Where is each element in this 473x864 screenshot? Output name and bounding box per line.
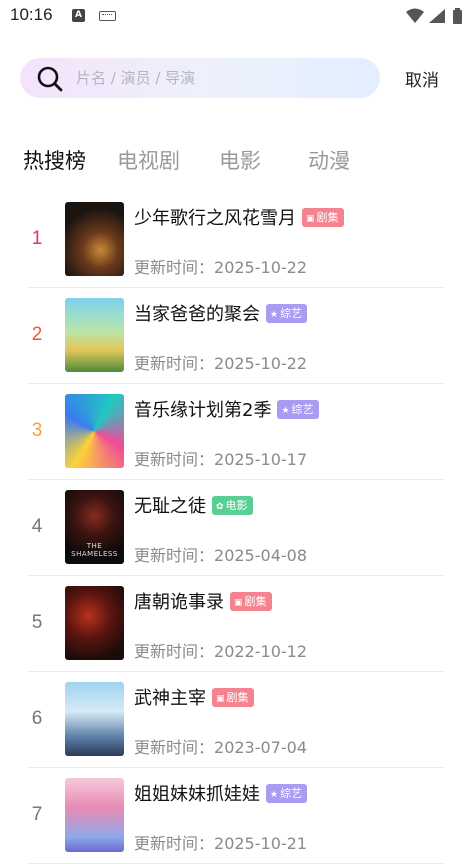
- badge-drama: ▣ 剧集: [212, 687, 254, 707]
- tab-hot-search[interactable]: 热搜榜: [23, 145, 86, 175]
- poster-title-text: THE SHAMELESS: [71, 542, 118, 558]
- rank-number: 1: [31, 228, 43, 249]
- search-icon: [37, 66, 63, 92]
- list-item[interactable]: 4 THE SHAMELESS 无耻之徒 ✿ 电影 更新时间：2025-04-08: [28, 480, 445, 576]
- list-item[interactable]: 6 武神主宰 ▣ 剧集 更新时间：2023-07-04: [28, 672, 445, 768]
- update-time: 更新时间：2022-10-12: [134, 642, 307, 661]
- film-reel-icon: ✿: [216, 501, 224, 512]
- star-icon: ★: [281, 405, 290, 416]
- update-time: 更新时间：2025-10-22: [134, 258, 307, 277]
- keyboard-icon: [99, 11, 116, 21]
- update-time: 更新时间：2023-07-04: [134, 738, 307, 757]
- badge-variety: ★ 综艺: [266, 303, 308, 323]
- item-title: 姐姐妹妹抓娃娃: [134, 784, 260, 805]
- list-item[interactable]: 2 当家爸爸的聚会 ★ 综艺 更新时间：2025-10-22: [28, 288, 445, 384]
- signal-icon: [429, 9, 445, 23]
- search-input[interactable]: [76, 58, 366, 98]
- poster-image: [65, 586, 124, 660]
- tab-movies[interactable]: 电影: [219, 145, 261, 175]
- badge-movie: ✿ 电影: [212, 495, 253, 515]
- item-title: 少年歌行之风花雪月: [134, 208, 296, 229]
- item-title: 当家爸爸的聚会: [134, 304, 260, 325]
- update-time: 更新时间：2025-04-08: [134, 546, 307, 565]
- update-time: 更新时间：2025-10-17: [134, 450, 307, 469]
- poster-image: [65, 202, 124, 276]
- status-bar: 10:16 A: [0, 0, 473, 34]
- list-item[interactable]: 3 音乐缘计划第2季 ★ 综艺 更新时间：2025-10-17: [28, 384, 445, 480]
- rank-number: 6: [31, 708, 43, 729]
- cancel-button[interactable]: 取消: [405, 66, 439, 91]
- badge-drama: ▣ 剧集: [302, 207, 344, 227]
- tv-icon: ▣: [306, 213, 315, 224]
- item-title: 无耻之徒: [134, 496, 206, 517]
- tv-icon: ▣: [216, 693, 225, 704]
- category-tabs: 热搜榜 电视剧 电影 动漫: [0, 145, 473, 181]
- list-item[interactable]: 5 唐朝诡事录 ▣ 剧集 更新时间：2022-10-12: [28, 576, 445, 672]
- update-time: 更新时间：2025-10-22: [134, 354, 307, 373]
- status-time: 10:16: [10, 5, 53, 24]
- poster-image: [65, 298, 124, 372]
- tv-icon: ▣: [234, 597, 243, 608]
- poster-image: [65, 394, 124, 468]
- badge-variety: ★ 综艺: [277, 399, 319, 419]
- rank-number: 7: [31, 804, 43, 825]
- search-bar: 取消: [0, 58, 473, 100]
- search-box[interactable]: [20, 58, 380, 98]
- tab-anime[interactable]: 动漫: [308, 145, 350, 175]
- battery-icon: [453, 8, 462, 24]
- item-title: 音乐缘计划第2季: [134, 400, 272, 421]
- list-item[interactable]: 7 姐姐妹妹抓娃娃 ★ 综艺 更新时间：2025-10-21: [28, 768, 445, 864]
- badge-drama: ▣ 剧集: [230, 591, 272, 611]
- rank-number: 4: [31, 516, 43, 537]
- rank-number: 2: [31, 324, 43, 345]
- a-notification-icon: A: [72, 9, 85, 22]
- badge-variety: ★ 综艺: [266, 783, 308, 803]
- tab-tv-series[interactable]: 电视剧: [117, 145, 180, 175]
- update-time: 更新时间：2025-10-21: [134, 834, 307, 853]
- star-icon: ★: [270, 789, 279, 800]
- poster-image: [65, 682, 124, 756]
- wifi-icon: [406, 8, 424, 23]
- star-icon: ★: [270, 309, 279, 320]
- rank-number: 3: [31, 420, 43, 441]
- list-item[interactable]: 1 少年歌行之风花雪月 ▣ 剧集 更新时间：2025-10-22: [28, 192, 445, 288]
- rank-number: 5: [31, 612, 43, 633]
- item-title: 武神主宰: [134, 688, 206, 709]
- item-title: 唐朝诡事录: [134, 592, 224, 613]
- poster-image: [65, 778, 124, 852]
- status-indicators: [405, 7, 465, 25]
- poster-image: THE SHAMELESS: [65, 490, 124, 564]
